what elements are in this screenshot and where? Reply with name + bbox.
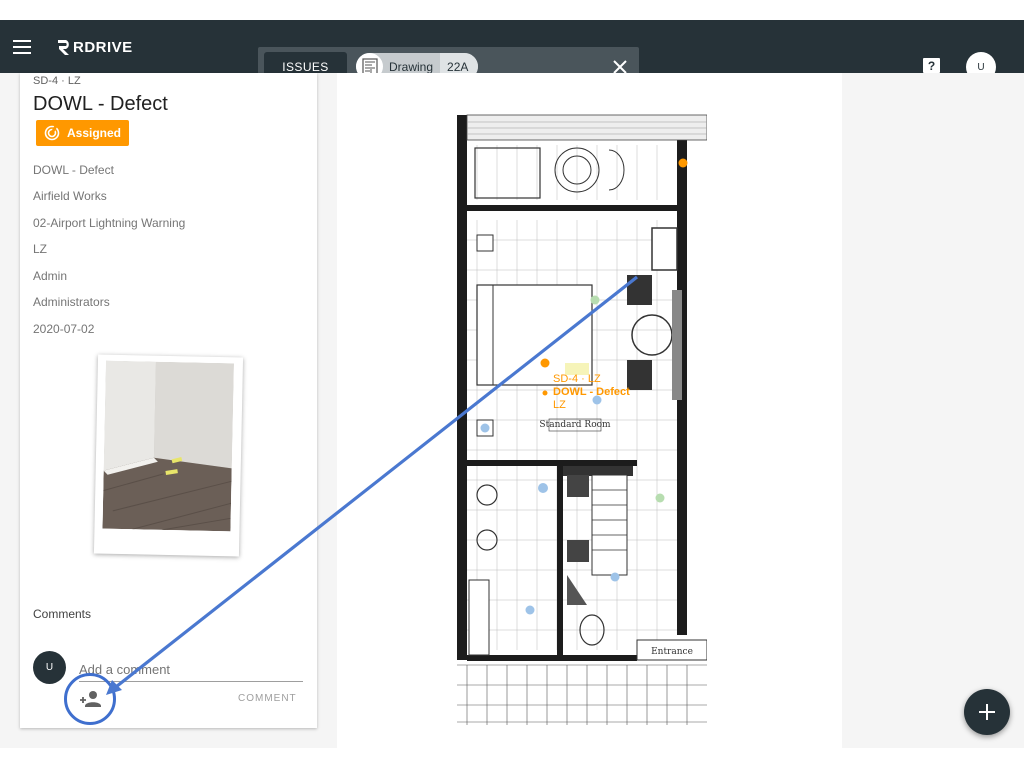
pin-zone: LZ bbox=[553, 399, 566, 411]
detail-zone: LZ bbox=[33, 242, 48, 256]
issue-photo[interactable] bbox=[93, 354, 244, 557]
brand-name: RDRIVE bbox=[73, 38, 133, 56]
detail-package: Airfield Works bbox=[33, 189, 107, 203]
menu-icon[interactable] bbox=[13, 38, 31, 56]
top-strip bbox=[0, 0, 1024, 20]
highlight-ring bbox=[64, 673, 116, 725]
app-bar: RDRIVE ISSUES Drawing 22A ? U bbox=[0, 20, 1024, 86]
comments-heading: Comments bbox=[33, 607, 92, 621]
comment-input[interactable] bbox=[79, 657, 303, 682]
comment-submit-button[interactable]: COMMENT bbox=[238, 693, 297, 704]
detail-assignee: Admin bbox=[33, 269, 68, 283]
brand-logo[interactable]: RDRIVE bbox=[56, 36, 133, 58]
entrance-label: Entrance bbox=[651, 647, 693, 657]
detail-group: Administrators bbox=[33, 295, 110, 309]
status-icon bbox=[44, 125, 60, 141]
issue-detail-card: SD-4 · LZ DOWL - Defect Assigned DOWL - … bbox=[20, 73, 317, 728]
svg-text:?: ? bbox=[928, 59, 935, 73]
add-issue-button[interactable] bbox=[964, 689, 1010, 735]
pin-title[interactable]: DOWL - Defect bbox=[553, 386, 630, 398]
status-label: Assigned bbox=[67, 126, 122, 140]
photo-image bbox=[102, 360, 234, 532]
detail-category: 02-Airport Lightning Warning bbox=[33, 216, 186, 230]
logo-mark-icon bbox=[58, 40, 69, 55]
status-badge[interactable]: Assigned bbox=[36, 120, 129, 146]
chip-label: Drawing bbox=[389, 59, 434, 74]
detail-type: DOWL - Defect bbox=[33, 163, 114, 177]
detail-date: 2020-07-02 bbox=[33, 322, 95, 336]
drawing-viewer[interactable]: Standard Room Entrance SD-4 · LZ DOWL - … bbox=[337, 73, 842, 748]
pin-code: SD-4 · LZ bbox=[553, 373, 601, 385]
issue-title: DOWL - Defect bbox=[33, 93, 168, 115]
issue-code: SD-4 · LZ bbox=[33, 75, 81, 87]
right-margin bbox=[842, 73, 1024, 748]
issue-marker[interactable] bbox=[540, 358, 550, 368]
comment-avatar: U bbox=[33, 651, 66, 684]
room-label: Standard Room bbox=[539, 420, 611, 430]
floor-plan[interactable]: Standard Room Entrance bbox=[447, 110, 707, 725]
